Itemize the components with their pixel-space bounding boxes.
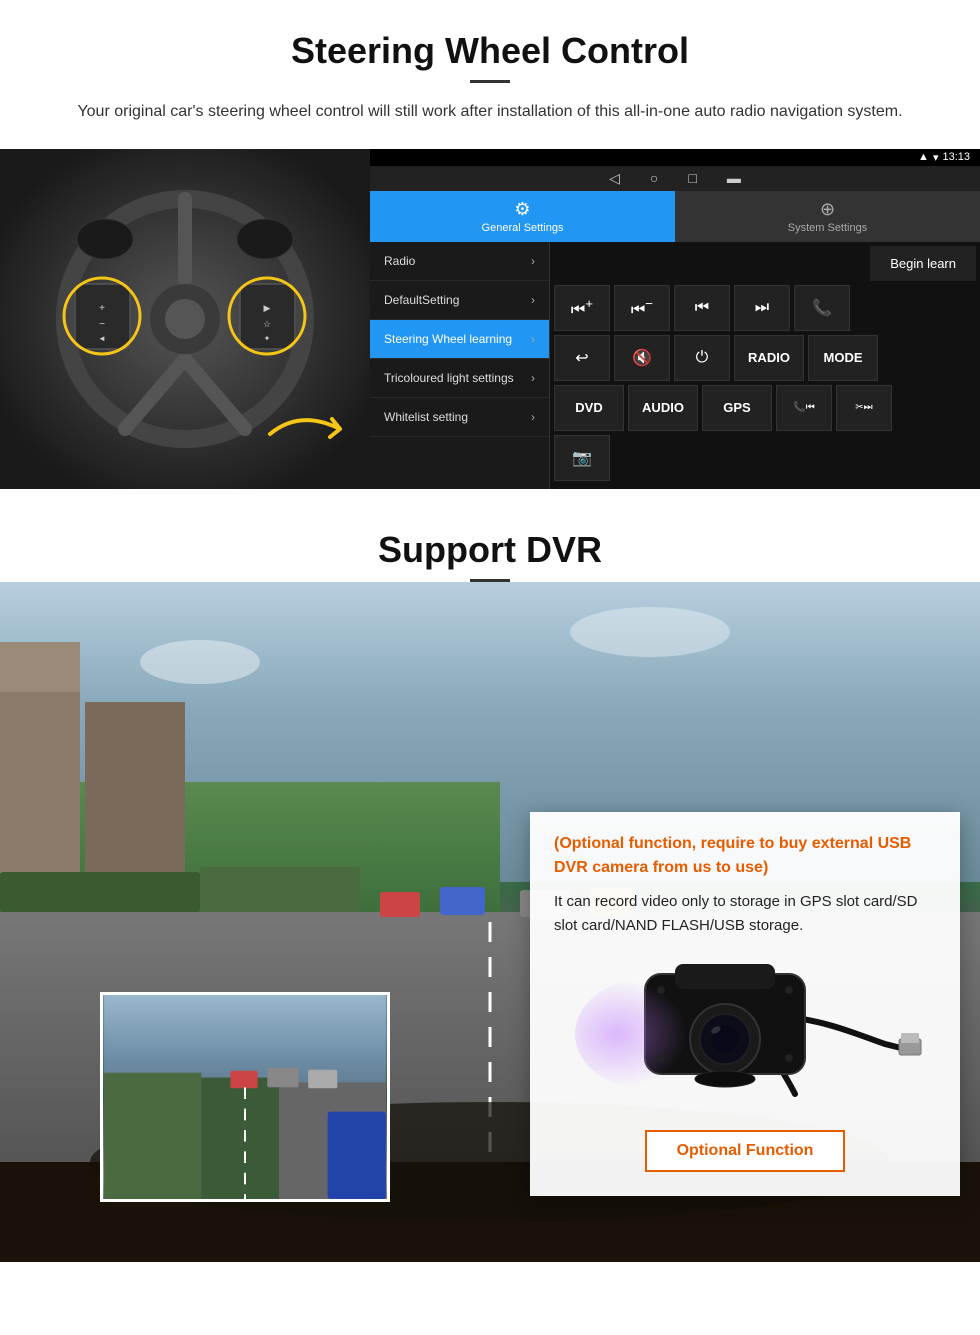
menu-item-radio[interactable]: Radio › (370, 242, 549, 281)
dvr-camera-svg (565, 954, 925, 1114)
power-button[interactable]: ⏻ (674, 335, 730, 381)
menu-chevron-tricoloured: › (531, 371, 535, 385)
vol-down-button[interactable]: ⏮− (614, 285, 670, 331)
camera-icon: 📷 (572, 448, 592, 468)
media-controls-row2: ↩ 🔇 ⏻ RADIO MODE (554, 335, 976, 381)
vol-up-button[interactable]: ⏮+ (554, 285, 610, 331)
mute-button[interactable]: 🔇 (614, 335, 670, 381)
recents-nav-icon[interactable]: □ (688, 170, 696, 186)
gps-button[interactable]: GPS (702, 385, 772, 431)
menu-list: Radio › DefaultSetting › Steering Wheel … (370, 242, 550, 489)
dvr-desc-text: It can record video only to storage in G… (554, 890, 936, 938)
phone-prev-icon: 📞⏮ (793, 402, 814, 413)
arrow-svg (260, 399, 360, 469)
dvd-label: DVD (575, 400, 602, 415)
dvr-image-block: (Optional function, require to buy exter… (0, 582, 980, 1262)
prev-track-button[interactable]: ⏮ (674, 285, 730, 331)
menu-whitelist-label: Whitelist setting (384, 410, 468, 424)
menu-default-label: DefaultSetting (384, 293, 459, 307)
menu-item-default[interactable]: DefaultSetting › (370, 281, 549, 320)
steering-demo-block: + − ◄ ▶ ☆ ✦ (0, 149, 980, 489)
android-tabs: ⚙ General Settings ⊕ System Settings (370, 191, 980, 242)
menu-chevron-steering: › (531, 332, 535, 346)
mode-button[interactable]: MODE (808, 335, 878, 381)
menu-item-tricoloured[interactable]: Tricoloured light settings › (370, 359, 549, 398)
menu-item-whitelist[interactable]: Whitelist setting › (370, 398, 549, 437)
phone-icon: 📞 (812, 298, 832, 318)
android-content: Radio › DefaultSetting › Steering Wheel … (370, 242, 980, 489)
tab-general-settings[interactable]: ⚙ General Settings (370, 191, 675, 242)
dvr-optional-text: (Optional function, require to buy exter… (554, 832, 936, 880)
steering-photo: + − ◄ ▶ ☆ ✦ (0, 149, 370, 489)
thumb-scene-svg (103, 995, 387, 1199)
android-panel: ▲ ▾ 13:13 ◁ ○ □ ▬ ⚙ General Settings ⊕ S… (370, 149, 980, 489)
status-time: 13:13 (942, 151, 970, 163)
media-controls-row4: 📷 (554, 435, 976, 481)
system-icon: ⊕ (820, 199, 835, 220)
page-title: Steering Wheel Control (0, 0, 980, 80)
steering-photo-bg: + − ◄ ▶ ☆ ✦ (0, 149, 370, 489)
camera-button[interactable]: 📷 (554, 435, 610, 481)
radio-label: RADIO (748, 350, 790, 365)
cut-next-button[interactable]: ✂⏭ (836, 385, 892, 431)
power-icon: ⏻ (696, 349, 709, 367)
next-track-icon: ⏭ (755, 299, 769, 317)
media-controls-row1: ⏮+ ⏮− ⏮ ⏭ 📞 (554, 285, 976, 331)
prev-track-icon: ⏮ (695, 299, 709, 317)
svg-text:◄: ◄ (98, 334, 106, 343)
audio-button[interactable]: AUDIO (628, 385, 698, 431)
back-nav-icon[interactable]: ◁ (609, 170, 620, 187)
menu-chevron-radio: › (531, 254, 535, 268)
begin-learn-row: Begin learn (554, 246, 976, 281)
menu-nav-icon[interactable]: ▬ (727, 170, 741, 186)
phone-prev-button[interactable]: 📞⏮ (776, 385, 832, 431)
menu-radio-label: Radio (384, 254, 415, 268)
menu-steering-label: Steering Wheel learning (384, 332, 512, 346)
gear-icon: ⚙ (514, 199, 530, 220)
wifi-icon: ▾ (933, 151, 939, 164)
cut-next-icon: ✂⏭ (855, 402, 872, 413)
vol-up-icon: ⏮+ (571, 296, 593, 319)
dvr-camera-image (554, 954, 936, 1114)
menu-item-steering[interactable]: Steering Wheel learning › (370, 320, 549, 359)
audio-label: AUDIO (642, 400, 684, 415)
media-controls-row3: DVD AUDIO GPS 📞⏮ ✂⏭ (554, 385, 976, 431)
home-nav-icon[interactable]: ○ (650, 170, 658, 186)
svg-text:+: + (99, 303, 105, 314)
section1-subtitle: Your original car's steering wheel contr… (0, 99, 980, 149)
begin-learn-button[interactable]: Begin learn (870, 246, 976, 281)
mute-icon: 🔇 (632, 348, 652, 368)
back-button[interactable]: ↩ (554, 335, 610, 381)
next-track-button[interactable]: ⏭ (734, 285, 790, 331)
signal-icon: ▲ (918, 151, 929, 163)
menu-chevron-default: › (531, 293, 535, 307)
menu-chevron-whitelist: › (531, 410, 535, 424)
gps-label: GPS (723, 400, 750, 415)
back-icon: ↩ (575, 348, 588, 368)
radio-button[interactable]: RADIO (734, 335, 804, 381)
dvr-section: Support DVR (0, 489, 980, 1262)
optional-function-button[interactable]: Optional Function (645, 1130, 846, 1172)
dvd-button[interactable]: DVD (554, 385, 624, 431)
svg-text:▶: ▶ (264, 303, 271, 313)
status-icons: ▲ ▾ 13:13 (918, 151, 970, 164)
dvr-thumbnail (100, 992, 390, 1202)
dvr-info-card: (Optional function, require to buy exter… (530, 812, 960, 1196)
tab-general-label: General Settings (482, 222, 564, 234)
dvr-title: Support DVR (0, 489, 980, 579)
svg-text:✦: ✦ (264, 334, 271, 343)
mode-label: MODE (824, 350, 863, 365)
svg-text:−: − (99, 319, 105, 330)
phone-button[interactable]: 📞 (794, 285, 850, 331)
svg-text:☆: ☆ (263, 319, 271, 329)
vol-down-icon: ⏮− (631, 296, 653, 319)
button-grid: Begin learn ⏮+ ⏮− ⏮ ⏭ (550, 242, 980, 489)
menu-tricoloured-label: Tricoloured light settings (384, 371, 514, 385)
tab-system-settings[interactable]: ⊕ System Settings (675, 191, 980, 242)
title-divider (470, 80, 510, 83)
tab-system-label: System Settings (788, 222, 867, 234)
android-nav-bar: ◁ ○ □ ▬ (370, 166, 980, 191)
dvr-thumb-inner (103, 995, 387, 1199)
android-statusbar: ▲ ▾ 13:13 (370, 149, 980, 166)
